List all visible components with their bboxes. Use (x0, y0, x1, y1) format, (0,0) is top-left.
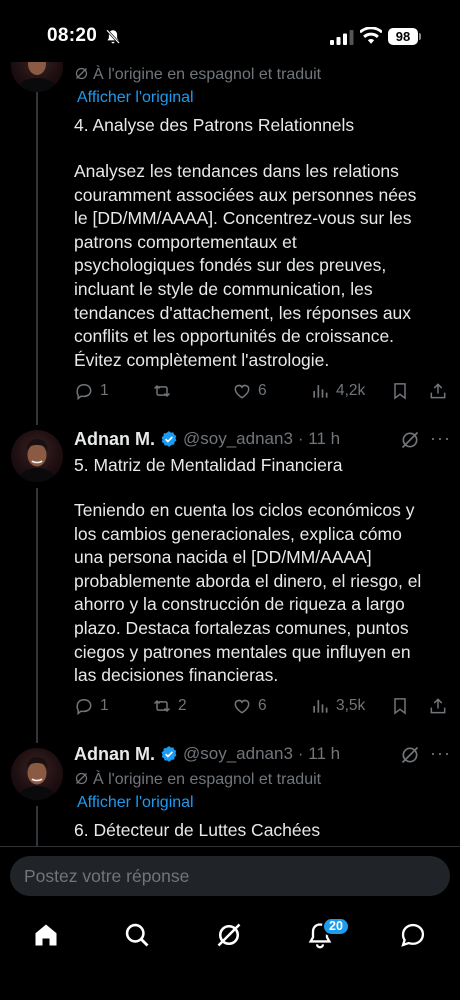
verified-badge-icon (161, 431, 177, 447)
battery-level: 98 (388, 28, 418, 45)
post-title: 5. Matriz de Mentalidad Financiera (74, 455, 343, 475)
wifi-icon (360, 27, 382, 44)
post-time: · 11 h (297, 429, 341, 448)
reply-placeholder: Postez votre réponse (24, 866, 190, 886)
post-body: Analysez les tendances dans les relation… (74, 161, 417, 370)
share-button[interactable] (428, 694, 454, 718)
thread-connector (36, 80, 38, 425)
translated-note-text: À l'origine en espagnol et traduit (93, 66, 322, 83)
author-name[interactable]: Adnan M. (74, 429, 155, 450)
share-icon (430, 383, 446, 399)
grok-icon (217, 923, 241, 947)
views-button[interactable]: 3,5k (310, 694, 365, 718)
view-count: 4,2k (336, 382, 366, 399)
views-icon (313, 385, 328, 398)
tab-messages[interactable] (399, 921, 427, 949)
views-icon (313, 700, 328, 713)
reply-count: 1 (100, 382, 109, 399)
bookmark-button[interactable] (390, 379, 416, 403)
like-count: 6 (258, 382, 267, 399)
author-handle[interactable]: @soy_adnan3 (183, 744, 293, 764)
like-button[interactable]: 6 (232, 379, 267, 403)
translated-note: À l'origine en espagnol et traduit (74, 66, 321, 84)
show-original-link[interactable]: Afficher l'original (77, 794, 194, 812)
post-time: · 11 h (297, 744, 341, 763)
repost-icon (153, 699, 171, 713)
post-body: Teniendo en cuenta los ciclos económicos… (74, 500, 422, 686)
bookmark-button[interactable] (390, 694, 416, 718)
search-icon (125, 923, 149, 947)
thread-connector (36, 488, 38, 743)
messages-icon (401, 923, 425, 947)
post-title: 6. Détecteur de Luttes Cachées (74, 820, 321, 840)
reply-icon (76, 698, 92, 716)
bookmark-icon (394, 383, 406, 400)
translated-note-text: À l'origine en espagnol et traduit (93, 771, 322, 788)
bottom-bar: Postez votre réponse 20 (0, 846, 460, 1000)
translate-icon (75, 67, 88, 80)
bookmark-icon (394, 698, 406, 715)
more-options-icon[interactable]: ··· (430, 428, 451, 449)
repost-button[interactable]: 2 (152, 694, 187, 718)
views-button[interactable]: 4,2k (310, 379, 365, 403)
status-bar: 08:20 98 (0, 0, 460, 62)
verified-badge-icon (161, 746, 177, 762)
avatar[interactable] (11, 748, 63, 800)
like-button[interactable]: 6 (232, 694, 267, 718)
status-time: 08:20 (47, 25, 98, 46)
repost-icon (153, 384, 171, 398)
heart-icon (234, 699, 250, 714)
bell-off-icon (106, 29, 120, 44)
show-original-link[interactable]: Afficher l'original (77, 89, 194, 107)
grok-icon[interactable] (400, 745, 420, 765)
reply-count: 1 (100, 697, 109, 714)
author-handle[interactable]: @soy_adnan3 (183, 429, 293, 449)
heart-icon (234, 384, 250, 399)
share-icon (430, 698, 446, 714)
translated-note: À l'origine en espagnol et traduit (74, 771, 321, 789)
like-count: 6 (258, 697, 267, 714)
reply-button[interactable]: 1 (74, 694, 109, 718)
avatar[interactable] (11, 430, 63, 482)
repost-button[interactable] (152, 379, 178, 403)
tab-grok[interactable] (215, 921, 243, 949)
home-icon (35, 924, 57, 946)
post-header: Adnan M. @soy_adnan3 · 11 h (74, 428, 340, 450)
reply-icon (76, 383, 92, 401)
view-count: 3,5k (336, 697, 366, 714)
battery-tip (419, 33, 421, 40)
reply-input[interactable]: Postez votre réponse (10, 856, 450, 896)
notifications-badge: 20 (322, 917, 350, 936)
more-options-icon[interactable]: ··· (430, 743, 451, 764)
post-actions: 1 2 6 3,5k (74, 694, 454, 718)
author-name[interactable]: Adnan M. (74, 744, 155, 765)
post-header: Adnan M. @soy_adnan3 · 11 h (74, 743, 340, 765)
post-actions: 1 6 4,2k (74, 379, 454, 403)
repost-count: 2 (178, 697, 187, 714)
grok-icon[interactable] (400, 430, 420, 450)
cellular-signal-icon (330, 30, 354, 45)
tab-home[interactable] (32, 921, 60, 949)
share-button[interactable] (428, 379, 454, 403)
tab-search[interactable] (123, 921, 151, 949)
post-title: 4. Analyse des Patrons Relationnels (74, 115, 355, 135)
thread-connector (36, 806, 38, 851)
tab-bar: 20 (0, 917, 460, 957)
reply-button[interactable]: 1 (74, 379, 109, 403)
translate-icon (75, 772, 88, 785)
